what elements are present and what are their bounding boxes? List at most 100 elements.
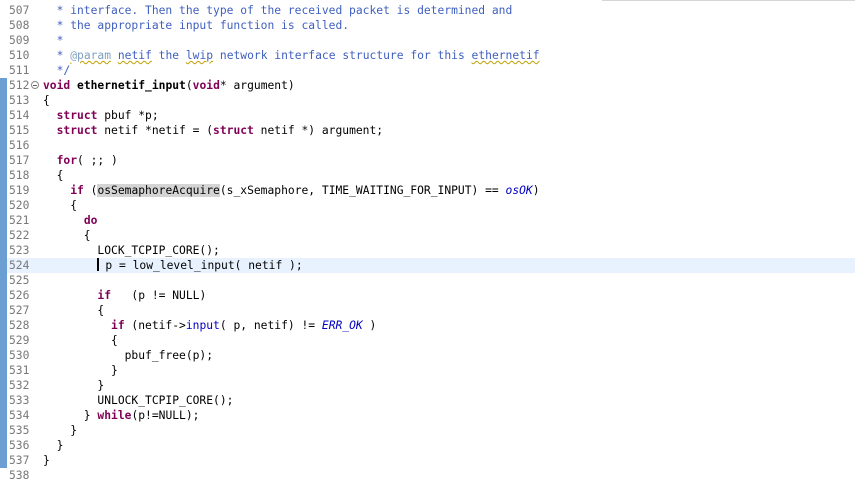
code-line[interactable]: 522 { (0, 228, 855, 243)
code-token: input (185, 319, 220, 332)
code-line[interactable]: 519 if (osSemaphoreAcquire(s_xSemaphore,… (0, 183, 855, 198)
code-token: ) (532, 184, 540, 197)
text-cursor (97, 258, 100, 271)
code-token: } (43, 454, 50, 467)
code-line[interactable]: 508 * the appropriate input function is … (0, 18, 855, 33)
line-number: 526 (9, 289, 30, 302)
code-line[interactable]: 535 } (0, 423, 855, 438)
fold-collapse-icon[interactable] (31, 81, 39, 89)
code-token: p = low_level_input( netif ); (105, 259, 303, 272)
code-line[interactable]: 512 void ethernetif_input(void* argument) (0, 78, 855, 93)
code-text: pbuf_free(p); (43, 348, 213, 363)
code-text: */ (43, 63, 71, 78)
line-number: 531 (9, 364, 30, 377)
code-token: * (43, 34, 64, 47)
code-token: void (192, 79, 220, 92)
line-number: 530 (9, 349, 30, 362)
code-token: { (43, 229, 91, 242)
code-text: struct pbuf *p; (43, 108, 159, 123)
code-line[interactable]: 510 * @param netif the lwip network inte… (0, 48, 855, 63)
quick-diff-marker (0, 318, 7, 333)
quick-diff-marker (0, 348, 7, 363)
code-line[interactable]: 532 } (0, 378, 855, 393)
code-text: } (43, 453, 50, 468)
code-line[interactable]: 534 } while(p!=NULL); (0, 408, 855, 423)
line-number: 508 (9, 19, 30, 32)
code-token: ( (185, 79, 193, 92)
code-line[interactable]: 533 UNLOCK_TCPIP_CORE(); (0, 393, 855, 408)
line-number: 519 (9, 184, 30, 197)
line-number: 520 (9, 199, 30, 212)
code-line-current[interactable]: 524 p = low_level_input( netif ); (0, 258, 855, 273)
code-text: { (43, 168, 64, 183)
code-line[interactable]: 536 } (0, 438, 855, 453)
code-token: ERR_OK (321, 319, 363, 332)
code-line[interactable]: 538 (0, 468, 855, 483)
code-token: (p!=NULL); (131, 409, 200, 422)
code-line[interactable]: 511 */ (0, 63, 855, 78)
code-line[interactable]: 531 } (0, 363, 855, 378)
line-number: 510 (9, 49, 30, 62)
code-token: } (43, 364, 118, 377)
code-line[interactable]: 509 * (0, 33, 855, 48)
code-token: (s_xSemaphore, TIME_WAITING_FOR_INPUT) =… (219, 184, 506, 197)
code-token: ( p, netif) != (219, 319, 322, 332)
line-number: 522 (9, 229, 30, 242)
code-line[interactable]: 516 (0, 138, 855, 153)
code-token: ethernetif (471, 49, 540, 62)
code-line[interactable]: 528 if (netif->input( p, netif) != ERR_O… (0, 318, 855, 333)
code-text: * (43, 33, 64, 48)
code-token: } (43, 379, 105, 392)
code-token: netif (117, 49, 152, 62)
quick-diff-marker (0, 243, 7, 258)
code-line[interactable]: 526 if (p != NULL) (0, 288, 855, 303)
code-token: } (43, 424, 78, 437)
quick-diff-marker (0, 303, 7, 318)
quick-diff-marker (0, 453, 7, 468)
code-token: osSemaphoreAcquire (97, 184, 220, 197)
code-text: } (43, 378, 104, 393)
line-number: 536 (9, 439, 30, 452)
code-line[interactable]: 521 do (0, 213, 855, 228)
code-line[interactable]: 529 { (0, 333, 855, 348)
line-number: 524 (9, 259, 30, 272)
quick-diff-marker (0, 168, 7, 183)
line-number: 513 (9, 94, 30, 107)
code-token: netif *) argument; (253, 124, 384, 137)
line-number: 532 (9, 379, 30, 392)
line-number: 537 (9, 454, 30, 467)
code-line[interactable]: 514 struct pbuf *p; (0, 108, 855, 123)
code-token: UNLOCK_TCPIP_CORE(); (43, 394, 234, 407)
code-text: { (43, 228, 91, 243)
code-line[interactable]: 507 * interface. Then the type of the re… (0, 3, 855, 18)
code-line[interactable]: 515 struct netif *netif = (struct netif … (0, 123, 855, 138)
code-text: * interface. Then the type of the receiv… (43, 3, 513, 18)
code-text: p = low_level_input( netif ); (43, 258, 303, 273)
line-number: 517 (9, 154, 30, 167)
code-token: * argument) (219, 79, 295, 92)
code-line[interactable]: 520 { (0, 198, 855, 213)
code-line[interactable]: 513 { (0, 93, 855, 108)
code-text: struct netif *netif = (struct netif *) a… (43, 123, 383, 138)
code-line[interactable]: 530 pbuf_free(p); (0, 348, 855, 363)
code-token: if (70, 184, 84, 197)
quick-diff-marker (0, 93, 7, 108)
code-text: LOCK_TCPIP_CORE(); (43, 243, 219, 258)
code-editor[interactable]: 507 * interface. Then the type of the re… (0, 0, 855, 484)
code-line[interactable]: 517 for( ;; ) (0, 153, 855, 168)
code-line[interactable]: 527 { (0, 303, 855, 318)
quick-diff-marker (0, 108, 7, 123)
code-line[interactable]: 518 { (0, 168, 855, 183)
code-token: struct (56, 124, 98, 137)
code-line[interactable]: 523 LOCK_TCPIP_CORE(); (0, 243, 855, 258)
code-line[interactable]: 525 (0, 273, 855, 288)
code-line[interactable]: 537} (0, 453, 855, 468)
line-number: 511 (9, 64, 30, 77)
